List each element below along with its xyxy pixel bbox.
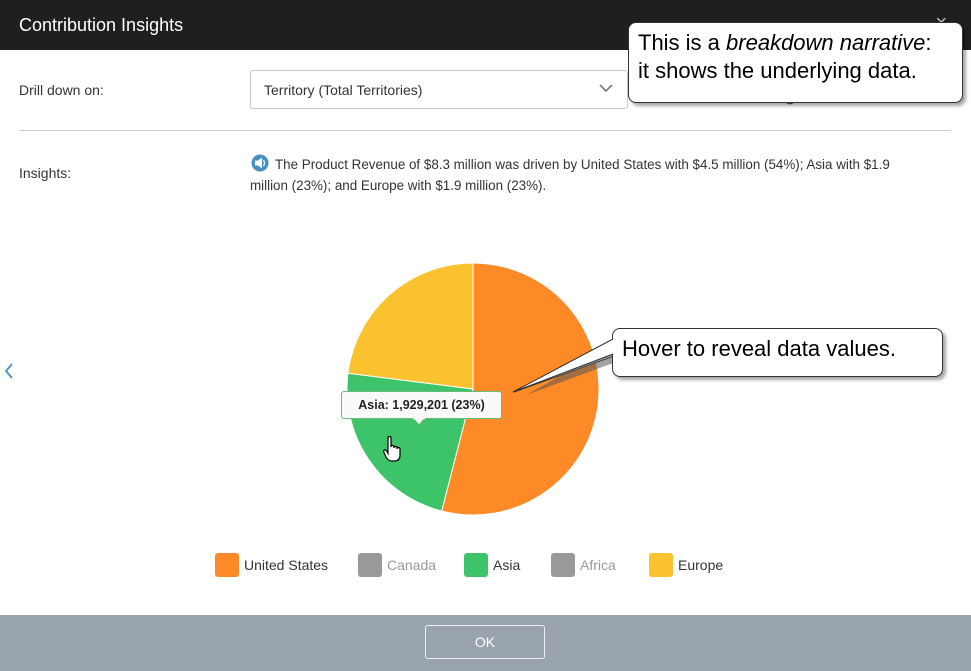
hover-callout: Hover to reveal data values. — [612, 328, 943, 377]
ok-button[interactable]: OK — [425, 625, 545, 659]
dialog-footer: OK — [0, 615, 971, 671]
hover-callout-text: Hover to reveal data values. — [622, 336, 896, 361]
